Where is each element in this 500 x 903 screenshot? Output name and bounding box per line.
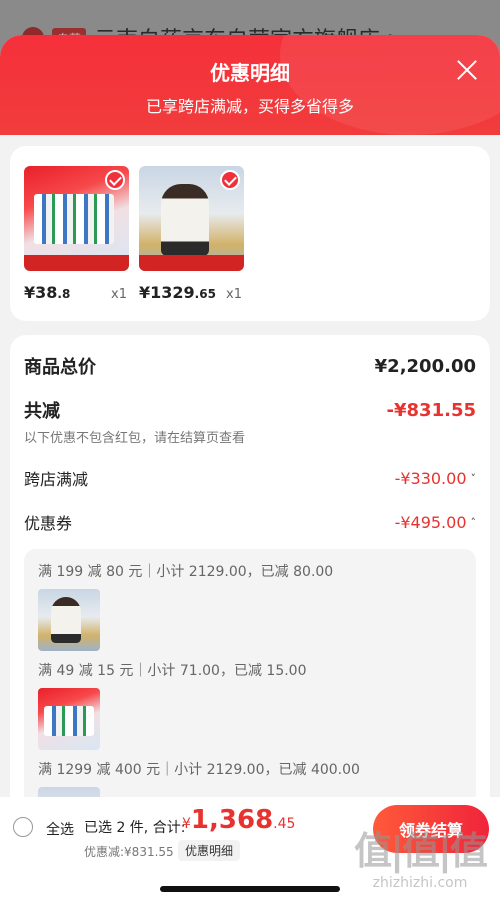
select-all-label[interactable]: 全选 [46,819,74,839]
toothpaste-graphic [44,706,94,736]
coupon-product-image-toothpaste [38,688,100,750]
cross-store-discount-row[interactable]: 跨店满减 -¥330.00 ˅ [24,466,476,490]
promo-ribbon [139,255,244,271]
select-all-radio[interactable] [13,817,33,837]
total-price-row: 商品总价 ¥2,200.00 [24,335,476,379]
product-price: ¥38.8 [24,283,71,302]
product-price-row: ¥38.8 x1 [24,283,129,302]
product-item[interactable]: ¥38.8 x1 [24,166,129,321]
product-image-toothpaste [24,166,129,271]
coupon-row[interactable]: 优惠券 -¥495.00 ˄ [24,510,476,534]
promo-ribbon [24,255,129,271]
sheet-header: 优惠明细 已享跨店满减，买得多省得多 [0,35,500,135]
selected-check-icon [105,170,125,190]
jacket-model-graphic [51,597,81,643]
toothpaste-graphic [34,194,114,244]
product-price: ¥1329.65 [139,283,216,302]
chevron-down-icon: ˅ [470,471,477,485]
coupon-rule-text: 满 1299 减 400 元｜小计 2129.00，已减 400.00 [38,762,360,778]
discount-amount: 优惠减:¥831.55 [84,845,174,859]
watermark-url: zhizhizhi.com [372,875,468,891]
discount-note: 以下优惠不包含红包，请在结算页查看 [24,431,246,446]
selected-check-icon [220,170,240,190]
product-price-row: ¥1329.65 x1 [139,283,244,302]
product-image-jacket [139,166,244,271]
coupon-label: 优惠券 [24,514,73,533]
total-price-label: 商品总价 [24,357,96,378]
coupon-rule-text: 满 199 减 80 元｜小计 2129.00，已减 80.00 [38,564,334,580]
product-item[interactable]: ¥1329.65 x1 [139,166,244,321]
total-amount: ¥1,368.45 [182,805,296,835]
cross-store-discount-value: -¥330.00 ˅ [394,468,477,488]
watermark: 值|值|值 zhizhizhi.com [352,820,488,891]
discount-detail-link[interactable]: 优惠明细 [178,840,241,861]
total-discount-row: 共减 -¥831.55 [24,397,476,423]
cross-store-discount-label: 跨店满减 [24,470,89,489]
product-quantity: x1 [226,287,242,302]
price-summary: 商品总价 ¥2,200.00 共减 -¥831.55 以下优惠不包含红包，请在结… [10,335,490,849]
sheet-title: 优惠明细 [210,61,290,85]
discount-detail-sheet: 优惠明细 已享跨店满减，买得多省得多 ¥38.8 x1 ¥1329.65 x1 … [0,35,500,903]
sheet-subtitle: 已享跨店满减，买得多省得多 [145,97,354,116]
total-discount-value: -¥831.55 [386,399,476,421]
coupon-product-image-jacket [38,589,100,651]
selected-count: 已选 2 件, 合计: [84,820,186,836]
total-price-value: ¥2,200.00 [374,355,476,377]
close-icon[interactable] [454,57,480,83]
product-quantity: x1 [111,287,127,302]
home-indicator[interactable] [160,886,340,892]
coupon-rule-text: 满 49 减 15 元｜小计 71.00，已减 15.00 [38,663,307,679]
chevron-up-icon: ˄ [470,515,477,529]
product-list: ¥38.8 x1 ¥1329.65 x1 [10,146,490,321]
watermark-logo: 值|值|值 [354,829,488,873]
coupon-value: -¥495.00 ˄ [394,512,477,532]
total-discount-label: 共减 [24,401,60,422]
jacket-model-graphic [161,184,209,256]
